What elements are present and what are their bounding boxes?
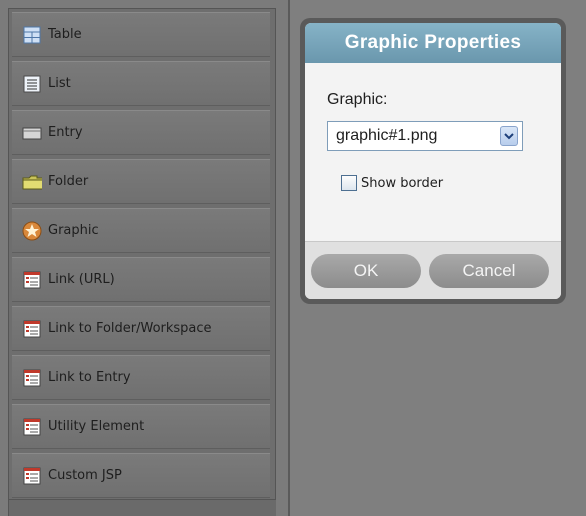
graphic-select[interactable]: graphic#1.png [327, 121, 523, 151]
graphic-icon [22, 221, 42, 240]
palette-item-folder[interactable]: Folder [12, 159, 270, 204]
chevron-down-icon[interactable] [500, 126, 518, 146]
dialog-footer: OK Cancel [305, 241, 561, 299]
dialog-title[interactable]: Graphic Properties [305, 23, 561, 63]
palette-item-label: Graphic [48, 223, 99, 238]
palette-item-table[interactable]: Table [12, 12, 270, 57]
palette-item-link-entry[interactable]: Link to Entry [12, 355, 270, 400]
palette-item-label: Link to Entry [48, 370, 131, 385]
graphic-select-value: graphic#1.png [336, 127, 438, 144]
cancel-button[interactable]: Cancel [429, 254, 549, 288]
entry-icon [22, 124, 42, 142]
palette-bottom-edge [8, 500, 276, 516]
utility-icon [22, 418, 42, 436]
palette-item-custom-jsp[interactable]: Custom JSP [12, 453, 270, 498]
palette-item-label: Link to Folder/Workspace [48, 321, 212, 336]
ok-button[interactable]: OK [311, 254, 421, 288]
dialog-body: Graphic Properties Graphic: graphic#1.pn… [305, 23, 561, 299]
palette-item-link-folder[interactable]: Link to Folder/Workspace [12, 306, 270, 351]
folder-icon [22, 173, 42, 191]
palette-item-label: Utility Element [48, 419, 145, 434]
graphic-field-label: Graphic: [327, 91, 388, 108]
palette-item-label: Folder [48, 174, 89, 189]
show-border-checkbox[interactable] [341, 175, 357, 191]
palette-item-label: Custom JSP [48, 468, 122, 483]
palette-item-label: Entry [48, 125, 83, 140]
palette-item-entry[interactable]: Entry [12, 110, 270, 155]
palette-item-label: Link (URL) [48, 272, 115, 287]
custom-jsp-icon [22, 467, 42, 485]
element-palette: Table List Entry Folder Graphic Link (UR… [8, 8, 276, 500]
show-border-label[interactable]: Show border [361, 176, 443, 191]
show-border-row[interactable]: Show border [341, 175, 443, 191]
palette-item-label: List [48, 76, 71, 91]
graphic-properties-dialog: Graphic Properties Graphic: graphic#1.pn… [300, 18, 566, 304]
palette-item-utility[interactable]: Utility Element [12, 404, 270, 449]
link-entry-icon [22, 369, 42, 387]
link-url-icon [22, 271, 42, 289]
palette-item-list[interactable]: List [12, 61, 270, 106]
table-icon [22, 26, 42, 44]
palette-item-graphic[interactable]: Graphic [12, 208, 270, 253]
link-folder-icon [22, 320, 42, 338]
list-icon [22, 75, 42, 93]
palette-item-label: Table [48, 27, 82, 42]
palette-item-link-url[interactable]: Link (URL) [12, 257, 270, 302]
